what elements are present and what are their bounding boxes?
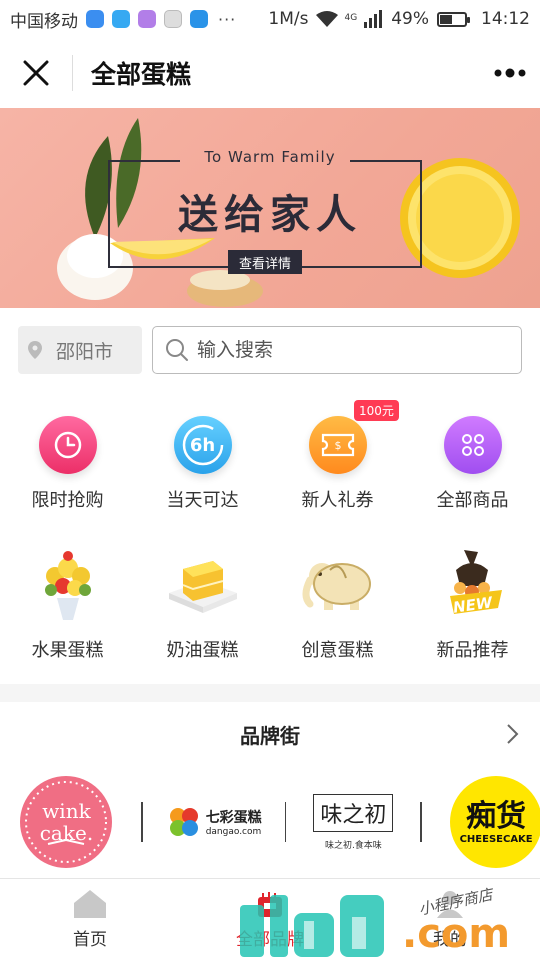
grid-dots-icon — [443, 416, 502, 474]
network-type: 4G — [344, 13, 358, 23]
home-icon — [74, 890, 106, 918]
clock-icon — [38, 416, 97, 474]
tab-bar: 首页 全部品牌 我的 小程序商店 .com — [0, 878, 540, 960]
close-button[interactable] — [0, 38, 72, 108]
banner-title: 送给家人 — [178, 192, 362, 238]
tab-label: 首页 — [73, 930, 107, 950]
coupon-icon: $ — [308, 416, 367, 474]
status-bar: 中国移动 ··· 1M/s 4G 49% 14:12 — [0, 0, 540, 38]
banner-subtitle: To Warm Family — [204, 148, 336, 166]
category-all-products[interactable]: 全部商品 — [405, 392, 540, 538]
elephant-cake-icon — [298, 546, 378, 622]
more-dots-icon — [494, 68, 526, 78]
city-name: 邵阳市 — [56, 340, 114, 363]
font-app-icon — [164, 10, 182, 28]
brand-separator — [420, 802, 423, 842]
wink-cake-text-1: wink — [42, 799, 91, 823]
fruit-bouquet-icon — [28, 546, 108, 622]
cake-cream[interactable]: 奶油蛋糕 — [135, 538, 270, 684]
tab-home[interactable]: 首页 — [0, 879, 180, 960]
chihuo-text-2: CHEESECAKE — [459, 833, 533, 845]
qicai-text-1: 七彩蛋糕 — [205, 810, 262, 826]
battery-icon — [437, 11, 470, 27]
gallery-app-icon — [138, 10, 156, 28]
page-title: 全部蛋糕 — [91, 60, 192, 89]
category-label: 全部商品 — [436, 490, 509, 511]
category-label: 新人礼券 — [301, 490, 374, 511]
cake-label: 新品推荐 — [436, 640, 509, 661]
cake-label: 水果蛋糕 — [31, 640, 104, 661]
chihuo-text-1: 痴货 — [466, 798, 527, 834]
chat-app-icon — [112, 10, 130, 28]
search-icon — [166, 339, 188, 361]
brand-section-title: 品牌街 — [240, 723, 300, 748]
cake-creative[interactable]: 创意蛋糕 — [270, 538, 405, 684]
cream-cake-icon — [163, 546, 243, 622]
close-icon — [23, 60, 49, 86]
section-separator — [0, 684, 540, 702]
promo-banner[interactable]: To Warm Family 送给家人 查看详情 — [0, 108, 540, 308]
more-notifications-icon: ··· — [218, 9, 237, 29]
qicai-dangao-logo[interactable]: 七彩蛋糕 dangao.com — [163, 772, 265, 872]
city-selector[interactable]: 邵阳市 — [18, 326, 142, 374]
qicai-text-2: dangao.com — [205, 827, 262, 837]
signal-icon — [364, 10, 383, 28]
battery-percent: 49% — [391, 9, 429, 29]
location-pin-icon — [28, 341, 42, 359]
more-button[interactable] — [480, 38, 540, 108]
6h-icon-text: 6h — [189, 434, 216, 456]
brand-list: wink cake. 七彩蛋糕 dangao.com 味之初 味之初.食本味 痴… — [0, 766, 540, 878]
weizhichu-text-1: 味之初 — [313, 793, 394, 832]
category-label: 当天可达 — [166, 490, 239, 511]
cake-label: 创意蛋糕 — [301, 640, 374, 661]
coupon-badge: 100元 — [354, 400, 399, 421]
category-label: 限时抢购 — [31, 490, 104, 511]
category-same-day[interactable]: 6h 当天可达 — [135, 392, 270, 538]
brand-separator — [140, 802, 143, 842]
cake-new[interactable]: NEW 新品推荐 — [405, 538, 540, 684]
category-new-user-coupon[interactable]: 100元 $ 新人礼券 — [270, 392, 405, 538]
watermark-text-big: .com — [402, 911, 511, 957]
nav-divider — [72, 55, 73, 91]
brand-separator — [284, 802, 287, 842]
message-app-icon — [86, 10, 104, 28]
wifi-icon — [315, 11, 338, 27]
weizhichu-logo[interactable]: 味之初 味之初.食本味 — [306, 772, 400, 872]
banner-details-button[interactable]: 查看详情 — [228, 250, 302, 274]
category-row: 限时抢购 6h 当天可达 100元 $ 新人礼券 全部商品 — [0, 392, 540, 538]
brand-section-header[interactable]: 品牌街 — [0, 702, 540, 766]
watermark-logo — [240, 895, 384, 957]
category-grid: 限时抢购 6h 当天可达 100元 $ 新人礼券 全部商品 水果蛋糕 奶油蛋糕 … — [0, 392, 540, 684]
cake-label: 奶油蛋糕 — [166, 640, 239, 661]
wink-cake-logo[interactable]: wink cake. — [0, 772, 133, 872]
new-cupcake-icon: NEW — [433, 546, 513, 622]
clock-time: 14:12 — [481, 9, 530, 29]
cake-fruit[interactable]: 水果蛋糕 — [0, 538, 135, 684]
category-flash-sale[interactable]: 限时抢购 — [0, 392, 135, 538]
weizhichu-text-2: 味之初.食本味 — [324, 840, 382, 851]
wink-cake-text-2: cake. — [39, 821, 94, 845]
6h-icon: 6h — [173, 416, 232, 474]
search-box[interactable] — [152, 326, 522, 374]
svg-text:$: $ — [334, 439, 341, 452]
carrier-name: 中国移动 — [10, 11, 78, 32]
search-row: 邵阳市 — [18, 326, 522, 374]
net-speed: 1M/s — [268, 9, 309, 29]
cake-row: 水果蛋糕 奶油蛋糕 创意蛋糕 NEW 新品推荐 — [0, 538, 540, 684]
search-input[interactable] — [197, 339, 497, 361]
chihuo-logo[interactable]: 痴货 CHEESECAKE — [442, 772, 540, 872]
browser-app-icon — [190, 10, 208, 28]
nav-bar: 全部蛋糕 — [0, 38, 540, 108]
chevron-right-icon[interactable] — [500, 722, 524, 746]
